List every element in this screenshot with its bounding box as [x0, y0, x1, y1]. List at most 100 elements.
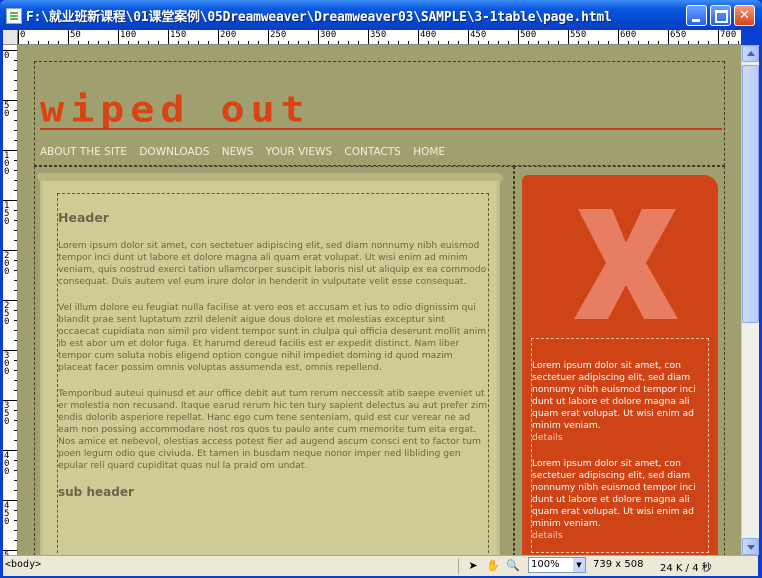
- horizontal-ruler[interactable]: 0 50 100 150 200 250 300 350 400 450 500 550 600 650 7…: [3, 30, 741, 45]
- scroll-thumb[interactable]: [742, 65, 759, 323]
- ruler-tick: [14, 260, 17, 261]
- divider: [40, 128, 722, 130]
- ruler-tick: [408, 41, 409, 44]
- ruler-tick: [14, 160, 17, 161]
- ruler-tick: [188, 41, 189, 44]
- title-bar[interactable]: F:\就业班新课程\01课堂案例\05Dreamweaver\Dreamweav…: [0, 0, 762, 30]
- ruler-tick: [288, 41, 289, 44]
- close-button[interactable]: ✕: [734, 5, 755, 26]
- scroll-down-button[interactable]: [742, 538, 759, 555]
- hand-tool-icon[interactable]: ✋: [485, 558, 501, 574]
- ruler-tick: [688, 41, 689, 44]
- tag-selector-body[interactable]: <body>: [5, 559, 41, 570]
- ruler-label: 450: [4, 501, 10, 527]
- page-canvas: wiped out ABOUT THE SITE DOWNLOADS NEWS …: [18, 45, 741, 555]
- ruler-tick: [578, 41, 579, 44]
- zoom-select[interactable]: 100% ▼: [528, 557, 586, 573]
- ruler-tick: [14, 240, 17, 241]
- ruler-tick: [248, 41, 249, 44]
- ruler-label: 250: [4, 301, 10, 327]
- ruler-tick: [118, 30, 119, 44]
- ruler-tick: [308, 41, 309, 44]
- ruler-tick: [14, 70, 17, 71]
- ruler-tick: [14, 210, 17, 211]
- vertical-scrollbar[interactable]: [741, 45, 759, 555]
- nav-about[interactable]: ABOUT THE SITE: [40, 146, 127, 158]
- ruler-tick: [218, 30, 219, 44]
- chevron-down-icon[interactable]: ▼: [573, 558, 585, 572]
- ruler-tick: [478, 41, 479, 44]
- status-bar: <body> ➤ ✋ 🔍 100% ▼ 739 x 508 24 K / 4 秒: [3, 555, 758, 576]
- ruler-tick: [178, 41, 179, 44]
- ruler-tick: [14, 60, 17, 61]
- content-subheader: sub header: [58, 485, 134, 499]
- ruler-tick: [14, 180, 17, 181]
- paragraph: Lorem ipsum dolor sit amet, con sectetue…: [58, 240, 487, 287]
- window-size[interactable]: 739 x 508: [593, 559, 643, 570]
- maximize-button[interactable]: [710, 5, 731, 26]
- logo-text: wiped out: [40, 89, 311, 131]
- ruler-tick: [548, 41, 549, 44]
- details-link[interactable]: details: [532, 432, 712, 444]
- details-link[interactable]: details: [532, 530, 712, 542]
- ruler-tick: [518, 30, 519, 44]
- nav-contacts[interactable]: CONTACTS: [344, 146, 400, 158]
- ruler-tick: [508, 41, 509, 44]
- ruler-tick: [468, 30, 469, 44]
- zoom-tool-icon[interactable]: 🔍: [505, 558, 521, 574]
- separator: [458, 558, 459, 574]
- scroll-up-button[interactable]: [742, 45, 759, 62]
- ruler-label: 200: [220, 30, 237, 40]
- pointer-tool-icon[interactable]: ➤: [465, 558, 481, 574]
- ruler-tick: [238, 41, 239, 44]
- ruler-label: 450: [470, 30, 487, 40]
- main-nav: ABOUT THE SITE DOWNLOADS NEWS YOUR VIEWS…: [40, 146, 454, 158]
- ruler-tick: [14, 490, 17, 491]
- ruler-tick: [418, 30, 419, 44]
- ruler-tick: [668, 30, 669, 44]
- nav-your-views[interactable]: YOUR VIEWS: [266, 146, 332, 158]
- nav-news[interactable]: NEWS: [222, 146, 254, 158]
- ruler-origin[interactable]: [3, 30, 18, 45]
- content-header: Header: [58, 210, 109, 225]
- nav-home[interactable]: HOME: [413, 146, 445, 158]
- ruler-tick: [14, 360, 17, 361]
- ruler-tick: [538, 41, 539, 44]
- ruler-tick: [128, 41, 129, 44]
- ruler-tick: [368, 30, 369, 44]
- ruler-tick: [638, 41, 639, 44]
- ruler-tick: [438, 41, 439, 44]
- ruler-tick: [298, 41, 299, 44]
- minimize-button[interactable]: [686, 5, 707, 26]
- ruler-tick: [598, 41, 599, 44]
- site-logo: wiped out: [40, 92, 311, 132]
- ruler-tick: [14, 530, 17, 531]
- ruler-tick: [658, 41, 659, 44]
- ruler-label: 250: [270, 30, 287, 40]
- ruler-tick: [14, 420, 17, 421]
- ruler-label: 600: [620, 30, 637, 40]
- ruler-tick: [14, 170, 17, 171]
- ruler-tick: [14, 440, 17, 441]
- ruler-label: 700: [720, 30, 737, 40]
- ruler-label: 650: [670, 30, 687, 40]
- ruler-label: 550: [570, 30, 587, 40]
- ruler-tick: [14, 370, 17, 371]
- ruler-tick: [14, 310, 17, 311]
- ruler-tick: [338, 41, 339, 44]
- ruler-tick: [168, 30, 169, 44]
- ruler-tick: [14, 470, 17, 471]
- sidebar-paragraph: Lorem ipsum dolor sit amet, con sectetue…: [532, 360, 696, 431]
- ruler-tick: [14, 130, 17, 131]
- ruler-tick: [14, 430, 17, 431]
- ruler-tick: [138, 41, 139, 44]
- ruler-tick: [678, 41, 679, 44]
- ruler-tick: [498, 41, 499, 44]
- ruler-tick: [718, 30, 719, 44]
- vertical-ruler[interactable]: 050100150200250300350400450500: [3, 44, 18, 555]
- ruler-tick: [378, 41, 379, 44]
- nav-downloads[interactable]: DOWNLOADS: [139, 146, 209, 158]
- ruler-tick: [88, 41, 89, 44]
- ruler-tick: [14, 120, 17, 121]
- ruler-tick: [18, 30, 19, 44]
